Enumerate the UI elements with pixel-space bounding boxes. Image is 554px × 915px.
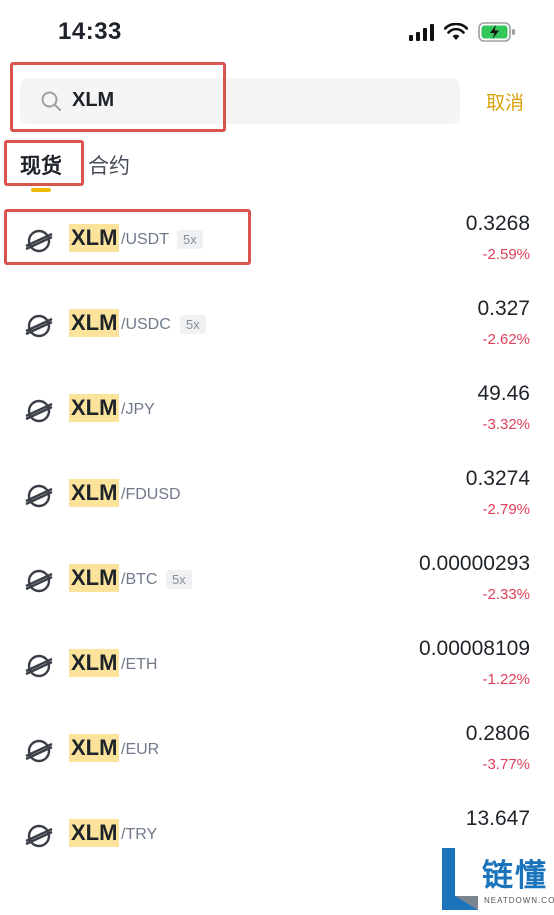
- last-price: 0.3268: [465, 212, 530, 235]
- last-price: 49.46: [477, 382, 530, 405]
- active-tab-indicator: [31, 188, 51, 192]
- search-box[interactable]: XLM: [20, 78, 460, 124]
- cellular-signal-icon: [409, 23, 434, 41]
- stellar-icon: [25, 569, 53, 593]
- wifi-icon: [444, 23, 468, 40]
- stellar-icon: [25, 824, 53, 848]
- quote-symbol: /JPY: [121, 401, 155, 418]
- base-symbol: XLM: [69, 734, 120, 762]
- logo-mark-icon: [442, 848, 478, 910]
- stellar-icon: [25, 484, 53, 508]
- price-change: -2.79%: [482, 501, 530, 518]
- quote-symbol: /FDUSD: [121, 486, 181, 503]
- status-icons: [409, 22, 516, 42]
- status-bar: 14:33: [0, 0, 554, 64]
- stellar-icon: [25, 654, 53, 678]
- market-row-xlm-btc[interactable]: XLM /BTC 5x 0.00000293 -2.33%: [0, 550, 554, 635]
- last-price: 0.3274: [465, 467, 530, 490]
- last-price: 0.2806: [465, 722, 530, 745]
- price-change: -1.22%: [482, 671, 530, 688]
- quote-symbol: /USDC: [121, 316, 171, 333]
- last-price: 0.00000293: [419, 552, 530, 575]
- quote-symbol: /USDT: [121, 231, 169, 248]
- base-symbol: XLM: [69, 394, 120, 422]
- price-change: -2.62%: [482, 331, 530, 348]
- search-icon: [41, 91, 61, 111]
- last-price: 0.327: [477, 297, 530, 320]
- market-row-xlm-usdt[interactable]: XLM /USDT 5x 0.3268 -2.59%: [0, 210, 554, 295]
- quote-symbol: /BTC: [121, 571, 158, 588]
- price-change: -2.59%: [482, 246, 530, 263]
- quote-symbol: /EUR: [121, 741, 160, 758]
- watermark-text: 链懂: [482, 858, 548, 894]
- market-row-xlm-jpy[interactable]: XLM /JPY 49.46 -3.32%: [0, 380, 554, 465]
- stellar-icon: [25, 739, 53, 763]
- stellar-icon: [25, 314, 53, 338]
- quote-symbol: /TRY: [121, 826, 158, 843]
- quote-symbol: /ETH: [121, 656, 158, 673]
- leverage-badge: 5x: [180, 315, 206, 334]
- base-symbol: XLM: [69, 479, 120, 507]
- watermark-logo: 链懂 NEATDOWN.COM: [440, 846, 554, 912]
- leverage-badge: 5x: [177, 230, 203, 249]
- leverage-badge: 5x: [166, 570, 192, 589]
- stellar-icon: [25, 229, 53, 253]
- base-symbol: XLM: [69, 224, 120, 252]
- market-row-xlm-usdc[interactable]: XLM /USDC 5x 0.327 -2.62%: [0, 295, 554, 380]
- watermark-subtext: NEATDOWN.COM: [484, 896, 554, 905]
- tab-futures[interactable]: 合约: [88, 150, 130, 180]
- stellar-icon: [25, 399, 53, 423]
- price-change: -2.33%: [482, 586, 530, 603]
- base-symbol: XLM: [69, 649, 120, 677]
- base-symbol: XLM: [69, 309, 120, 337]
- price-change: -3.32%: [482, 416, 530, 433]
- last-price: 0.00008109: [419, 637, 530, 660]
- base-symbol: XLM: [69, 564, 120, 592]
- market-row-xlm-eth[interactable]: XLM /ETH 0.00008109 -1.22%: [0, 635, 554, 720]
- last-price: 13.647: [465, 807, 530, 830]
- base-symbol: XLM: [69, 819, 120, 847]
- search-input[interactable]: XLM: [72, 89, 114, 112]
- status-time: 14:33: [58, 18, 122, 45]
- price-change: -3.77%: [482, 756, 530, 773]
- market-row-xlm-fdusd[interactable]: XLM /FDUSD 0.3274 -2.79%: [0, 465, 554, 550]
- market-row-xlm-eur[interactable]: XLM /EUR 0.2806 -3.77%: [0, 720, 554, 805]
- battery-charging-icon: [478, 22, 515, 42]
- cancel-button[interactable]: 取消: [486, 88, 524, 115]
- tab-spot[interactable]: 现货: [20, 150, 62, 180]
